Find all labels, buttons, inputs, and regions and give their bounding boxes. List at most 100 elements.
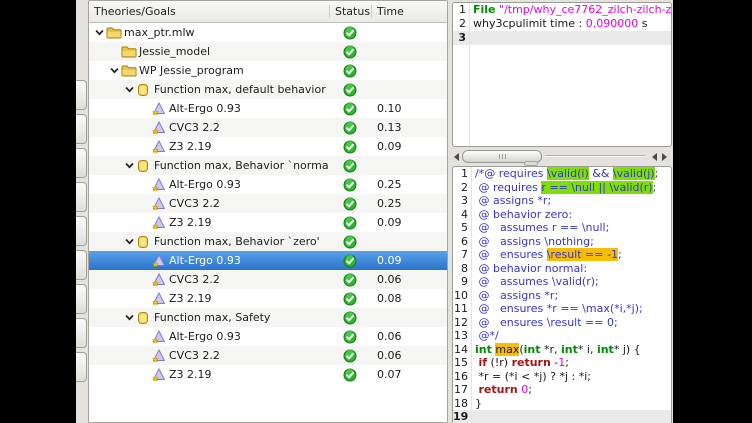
tree-row[interactable]: Z3 2.190.09	[89, 213, 447, 232]
tree-row[interactable]: Function max, default behavior	[89, 80, 447, 99]
tree-row-selected[interactable]: Alt-Ergo 0.930.09	[89, 251, 447, 270]
code-segment: @ behavior normal:	[475, 262, 587, 275]
scrollbar-right-forward-stepper-icon[interactable]	[662, 153, 667, 161]
expander-spacer	[138, 273, 151, 286]
left-toolbar-button-partial[interactable]	[76, 182, 87, 212]
line-number: 16	[453, 370, 471, 384]
tree-row[interactable]: WP Jessie_program	[89, 61, 447, 80]
code-line: 6 @ assigns \nothing;	[453, 235, 671, 249]
scrollbar-right-back-stepper-icon[interactable]	[652, 153, 657, 161]
tree-row-label: WP Jessie_program	[139, 64, 244, 77]
code-text: /*@ requires \valid(i) && \valid(j);	[471, 167, 671, 181]
expander-spacer	[138, 197, 151, 210]
prover-icon	[151, 101, 169, 116]
prover-icon	[151, 272, 169, 287]
code-line: 10 @ assigns *r;	[453, 289, 671, 303]
chevron-down-icon[interactable]	[93, 26, 106, 39]
time-value: 0.06	[371, 273, 447, 286]
code-segment: s	[638, 17, 647, 30]
code-segment: ;	[528, 383, 532, 396]
expander-spacer	[108, 45, 121, 58]
column-header-theories-goals[interactable]: Theories/Goals	[89, 5, 329, 18]
code-segment: why3cpulimit time :	[473, 17, 586, 30]
prover-output-panel[interactable]: 1File "/tmp/why_ce7762_zilch-zilch-zilc2…	[452, 2, 672, 147]
left-toolbar-button-partial[interactable]	[76, 80, 87, 110]
tree-row[interactable]: Z3 2.190.07	[89, 365, 447, 384]
tree-row[interactable]: Z3 2.190.09	[89, 137, 447, 156]
expander-spacer	[138, 178, 151, 191]
chevron-down-icon[interactable]	[123, 311, 136, 324]
left-toolbar-button-partial[interactable]	[76, 216, 87, 246]
code-segment: int	[561, 343, 578, 356]
chevron-down-icon[interactable]	[123, 83, 136, 96]
expander-spacer	[138, 121, 151, 134]
code-line: 5 @ assumes r == \null;	[453, 221, 671, 235]
tree-row-main: max_ptr.mlw	[89, 25, 329, 40]
column-header-status[interactable]: Status	[329, 5, 371, 18]
scrollbar-track[interactable]	[545, 155, 645, 157]
chevron-down-icon[interactable]	[123, 235, 136, 248]
left-toolbar-button-partial[interactable]	[76, 352, 87, 382]
tree-row[interactable]: Alt-Ergo 0.930.06	[89, 327, 447, 346]
left-toolbar-button-partial[interactable]	[76, 148, 87, 178]
tree-row[interactable]: Z3 2.190.08	[89, 289, 447, 308]
code-segment: @ requires	[475, 181, 541, 194]
prover-icon	[151, 348, 169, 363]
valid-check-icon	[329, 159, 371, 173]
tree-row-label: CVC3 2.2	[169, 197, 220, 210]
chevron-down-icon[interactable]	[123, 159, 136, 172]
prover-icon	[151, 120, 169, 135]
prover-icon	[151, 215, 169, 230]
tree-row-main: WP Jessie_program	[89, 63, 329, 78]
left-toolbar-button-partial[interactable]	[76, 250, 87, 280]
valid-check-icon	[329, 368, 371, 382]
left-toolbar-button-partial[interactable]	[76, 318, 87, 348]
tree-row[interactable]: CVC3 2.20.06	[89, 346, 447, 365]
code-line: 7 @ ensures \result == -1;	[453, 248, 671, 262]
prover-icon	[151, 329, 169, 344]
line-number: 2	[453, 181, 471, 195]
line-number: 9	[453, 275, 471, 289]
time-value: 0.07	[371, 368, 447, 381]
valid-check-icon	[329, 102, 371, 116]
tree-row[interactable]: Jessie_model	[89, 42, 447, 61]
code-segment: @ behavior zero:	[475, 208, 572, 221]
highlighted-code-segment: \valid(i)	[547, 167, 589, 180]
tree-row-main: Alt-Ergo 0.93	[89, 101, 329, 116]
line-number: 3	[453, 31, 469, 45]
tree-row[interactable]: Alt-Ergo 0.930.25	[89, 175, 447, 194]
tree-row[interactable]: CVC3 2.20.06	[89, 270, 447, 289]
tree-row[interactable]: CVC3 2.20.25	[89, 194, 447, 213]
valid-check-icon	[329, 330, 371, 344]
scrollbar-left-stepper-icon[interactable]	[454, 153, 459, 161]
code-text: why3cpulimit time : 0.090000 s	[469, 17, 671, 31]
left-toolbar-button-partial[interactable]	[76, 284, 87, 314]
tree-row[interactable]: Alt-Ergo 0.930.10	[89, 99, 447, 118]
tree-row[interactable]: Function max, Safety	[89, 308, 447, 327]
valid-check-icon	[329, 235, 371, 249]
time-value: 0.25	[371, 178, 447, 191]
tree-row-main: CVC3 2.2	[89, 348, 329, 363]
code-segment: ;	[653, 181, 657, 194]
goal-icon	[136, 82, 154, 97]
code-text: int max(int *r, int* i, int* j) {	[471, 343, 671, 357]
goal-icon	[136, 158, 154, 173]
left-toolbar-button-partial[interactable]	[76, 114, 87, 144]
tree-row[interactable]: max_ptr.mlw	[89, 23, 447, 42]
code-segment: @ ensures	[475, 248, 547, 261]
tree-row[interactable]: Function max, Behavior `zero'	[89, 232, 447, 251]
valid-check-icon	[329, 254, 371, 268]
code-text: *r = (*i < *j) ? *j : *i;	[471, 370, 671, 384]
code-segment: /*@ requires	[475, 167, 547, 180]
code-text: @ behavior zero:	[471, 208, 671, 222]
column-header-time[interactable]: Time	[371, 5, 447, 18]
code-text: File "/tmp/why_ce7762_zilch-zilch-zilc	[469, 3, 671, 17]
tree-row[interactable]: CVC3 2.20.13	[89, 118, 447, 137]
tree-row[interactable]: Function max, Behavior `normal'	[89, 156, 447, 175]
expander-spacer	[138, 102, 151, 115]
chevron-down-icon[interactable]	[108, 64, 121, 77]
valid-check-icon	[329, 273, 371, 287]
prover-icon	[151, 253, 169, 268]
source-code-panel[interactable]: 1/*@ requires \valid(i) && \valid(j);2 @…	[452, 166, 672, 423]
tree-row-main: Function max, default behavior	[89, 82, 329, 97]
